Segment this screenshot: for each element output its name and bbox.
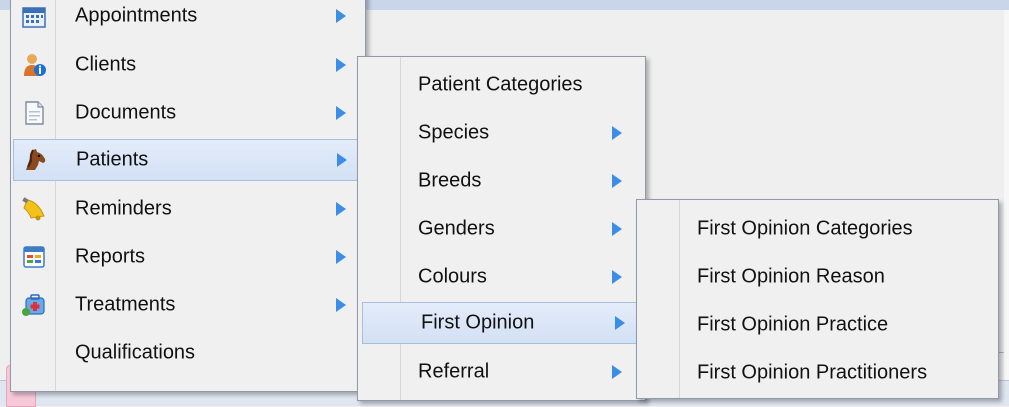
menu-item-label: First Opinion Reason bbox=[697, 265, 885, 288]
client-info-icon bbox=[21, 52, 47, 78]
menu-item-genders[interactable]: Genders bbox=[360, 208, 643, 250]
menu-item-colours[interactable]: Colours bbox=[360, 256, 643, 298]
menu-item-label: First Opinion bbox=[421, 311, 535, 334]
menu-item-label: First Opinion Categories bbox=[697, 217, 913, 240]
menu-item-first-opinion-reason[interactable]: First Opinion Reason bbox=[639, 256, 996, 298]
patients-submenu: Patient Categories Species Breeds Gender… bbox=[357, 56, 646, 401]
menu-item-referral[interactable]: Referral bbox=[360, 351, 643, 393]
menu-item-treatments[interactable]: Treatments bbox=[13, 284, 363, 326]
menu-item-patients[interactable]: Patients bbox=[13, 139, 363, 181]
menu-item-breeds[interactable]: Breeds bbox=[360, 160, 643, 202]
menu-item-first-opinion-practitioners[interactable]: First Opinion Practitioners bbox=[639, 352, 996, 394]
menu-item-label: Colours bbox=[418, 265, 487, 288]
menu-item-reports[interactable]: Reports bbox=[13, 236, 363, 278]
menu-item-first-opinion-categories[interactable]: First Opinion Categories bbox=[639, 208, 996, 250]
document-icon bbox=[21, 100, 47, 126]
submenu-arrow-icon bbox=[336, 58, 346, 72]
menu-item-patient-categories[interactable]: Patient Categories bbox=[360, 64, 643, 106]
menu-item-label: Patients bbox=[76, 148, 149, 171]
menu-item-label: Clients bbox=[75, 53, 137, 76]
menu-item-label: Breeds bbox=[418, 169, 482, 192]
background-edge bbox=[1004, 10, 1009, 380]
submenu-arrow-icon bbox=[615, 316, 625, 330]
menu-item-first-opinion-practice[interactable]: First Opinion Practice bbox=[639, 304, 996, 346]
menu-item-qualifications[interactable]: Qualifications bbox=[13, 332, 363, 374]
menu-item-reminders[interactable]: Reminders bbox=[13, 188, 363, 230]
submenu-arrow-icon bbox=[336, 9, 346, 23]
calendar-icon bbox=[21, 3, 47, 29]
menu-item-label: Patient Categories bbox=[418, 73, 583, 96]
menu-item-species[interactable]: Species bbox=[360, 112, 643, 154]
submenu-arrow-icon bbox=[336, 250, 346, 264]
submenu-arrow-icon bbox=[612, 222, 622, 236]
menu-item-clients[interactable]: Clients bbox=[13, 44, 363, 86]
submenu-arrow-icon bbox=[336, 106, 346, 120]
menu-item-label: First Opinion Practitioners bbox=[697, 361, 928, 384]
menu-item-label: Documents bbox=[75, 101, 177, 124]
menu-item-label: Qualifications bbox=[75, 341, 196, 364]
submenu-arrow-icon bbox=[612, 365, 622, 379]
report-icon bbox=[21, 244, 47, 270]
menu-item-label: Genders bbox=[418, 217, 495, 240]
submenu-arrow-icon bbox=[337, 153, 347, 167]
first-aid-kit-icon bbox=[21, 292, 47, 318]
menu-item-label: Appointments bbox=[75, 4, 198, 27]
menu-item-label: Reminders bbox=[75, 197, 172, 220]
submenu-arrow-icon bbox=[612, 174, 622, 188]
main-menu: Appointments Clients Documents Patients … bbox=[10, 0, 366, 392]
menu-item-documents[interactable]: Documents bbox=[13, 92, 363, 134]
menu-item-label: Reports bbox=[75, 245, 146, 268]
horse-icon bbox=[22, 147, 48, 173]
submenu-arrow-icon bbox=[612, 126, 622, 140]
first-opinion-submenu: First Opinion Categories First Opinion R… bbox=[636, 199, 999, 399]
menu-item-label: First Opinion Practice bbox=[697, 313, 889, 336]
bell-icon bbox=[21, 196, 47, 222]
menu-item-label: Referral bbox=[418, 360, 490, 383]
menu-item-first-opinion[interactable]: First Opinion bbox=[362, 302, 643, 344]
menu-item-label: Treatments bbox=[75, 293, 176, 316]
submenu-arrow-icon bbox=[336, 202, 346, 216]
menu-item-appointments[interactable]: Appointments bbox=[13, 0, 363, 37]
menu-item-label: Species bbox=[418, 121, 490, 144]
submenu-arrow-icon bbox=[612, 270, 622, 284]
submenu-arrow-icon bbox=[336, 298, 346, 312]
